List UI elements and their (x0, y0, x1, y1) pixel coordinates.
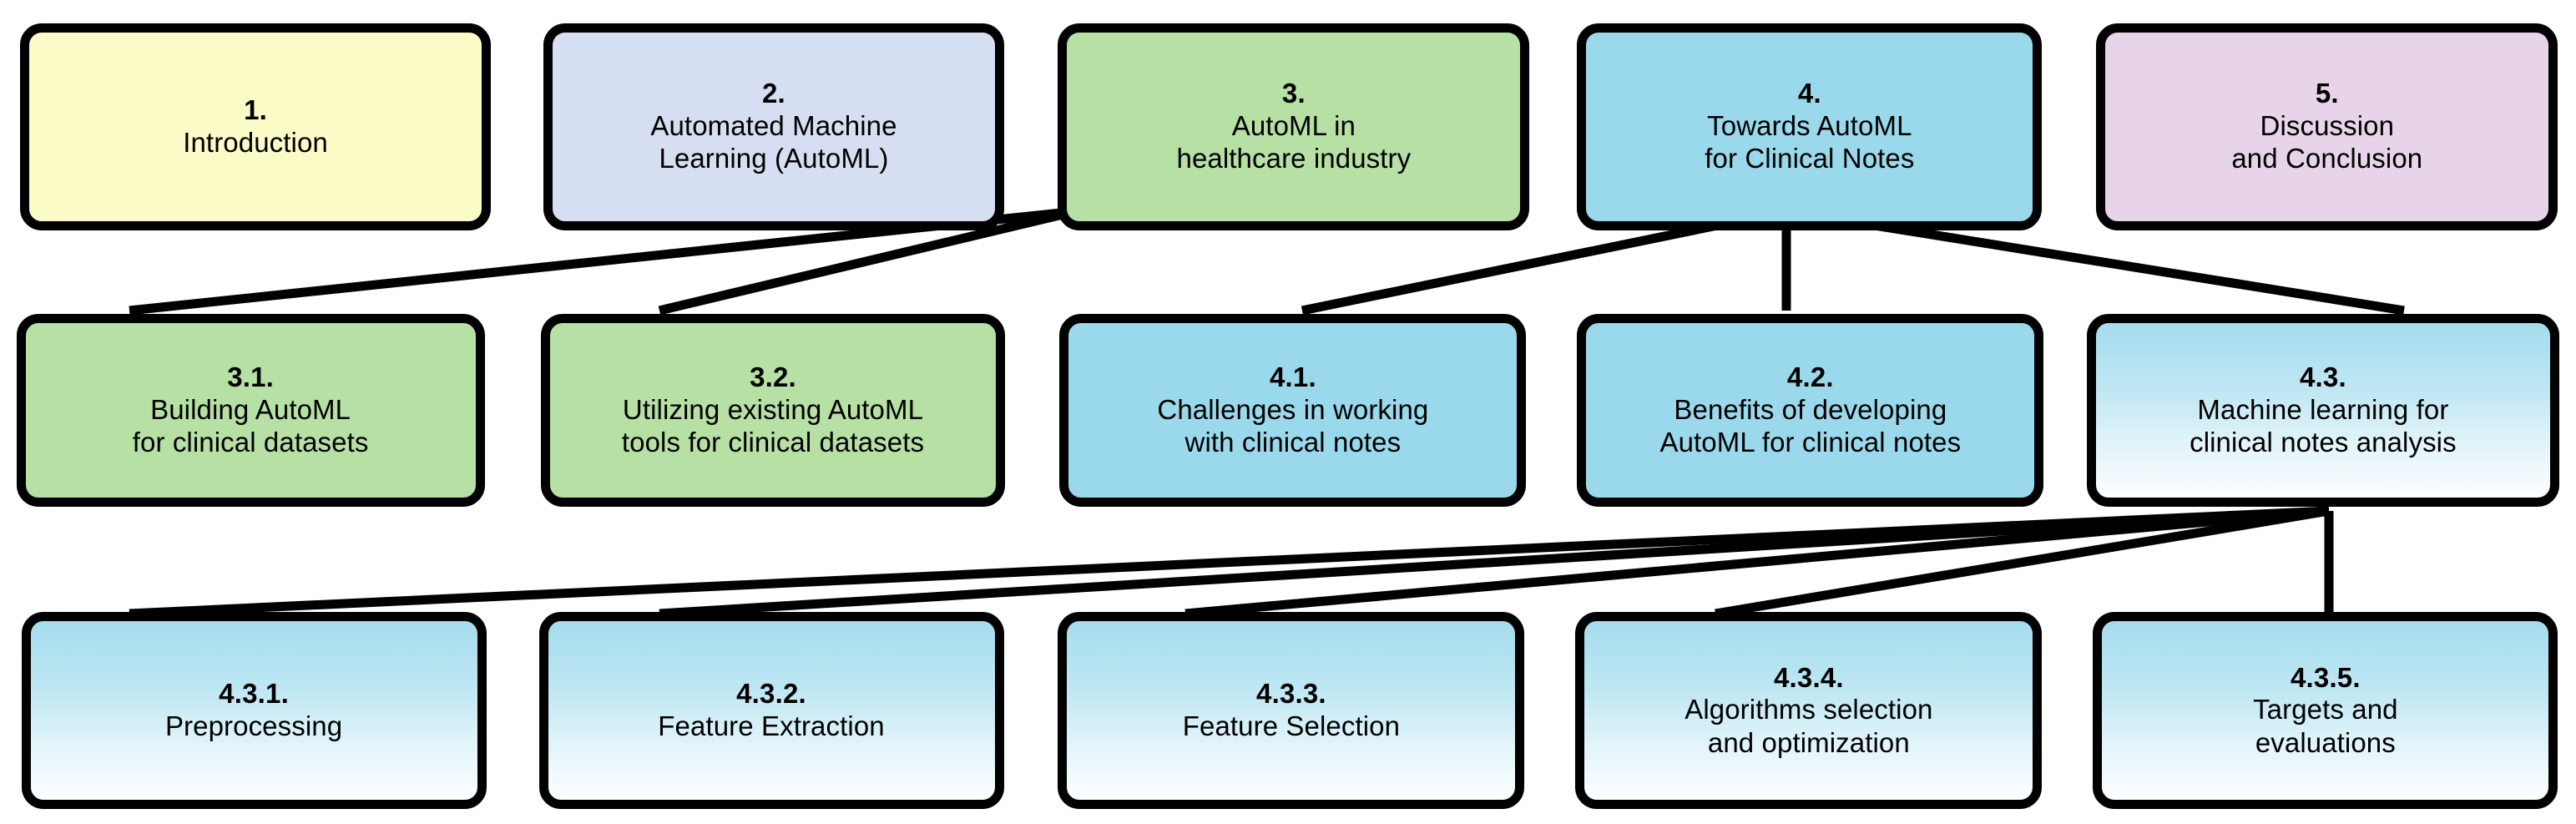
node-4-1-challenges-in-working-with-clinical-notes[interactable]: 4.1. Challenges in working with clinical… (1059, 314, 1527, 507)
node-number: 4.3.3. (1256, 678, 1326, 710)
node-title: Utilizing existing AutoML tools for clin… (621, 393, 925, 458)
node-title: Towards AutoML for Clinical Notes (1705, 109, 1915, 174)
node-4-3-5-targets-and-evaluations[interactable]: 4.3.5. Targets and evaluations (2093, 611, 2558, 810)
node-number: 4.3.5. (2290, 661, 2361, 693)
node-3-automl-in-healthcare-industry[interactable]: 3. AutoML in healthcare industry (1058, 23, 1530, 230)
node-2-automated-machine-learning[interactable]: 2. Automated Machine Learning (AutoML) (543, 23, 1004, 230)
edge-4-3-to-4-3-1 (129, 506, 2330, 619)
node-title: Machine learning for clinical notes anal… (2190, 393, 2457, 458)
diagram-canvas: 1. Introduction 2. Automated Machine Lea… (0, 0, 2576, 824)
node-number: 4.3.4. (1773, 661, 1844, 693)
node-3-1-building-automl-for-clinical-datasets[interactable]: 3.1. Building AutoML for clinical datase… (16, 314, 485, 507)
node-number: 4.3.2. (736, 678, 806, 710)
node-number: 4. (1797, 78, 1821, 109)
node-number: 4.3. (2299, 361, 2346, 393)
node-title: Discussion and Conclusion (2231, 109, 2423, 174)
node-title: Introduction (183, 126, 328, 158)
node-4-3-3-feature-selection[interactable]: 4.3.3. Feature Selection (1058, 611, 1525, 810)
node-title: Algorithms selection and optimization (1685, 694, 1933, 758)
node-4-2-benefits-of-developing-automl[interactable]: 4.2. Benefits of developing AutoML for c… (1577, 314, 2044, 507)
node-number: 3.2. (750, 361, 796, 393)
node-number: 3. (1281, 78, 1306, 109)
node-4-towards-automl-for-clinical-notes[interactable]: 4. Towards AutoML for Clinical Notes (1577, 23, 2043, 230)
node-title: Building AutoML for clinical datasets (132, 393, 369, 458)
node-title: Benefits of developing AutoML for clinic… (1659, 393, 1962, 458)
node-4-3-machine-learning-for-clinical-notes-analysis[interactable]: 4.3. Machine learning for clinical notes… (2086, 314, 2560, 507)
node-1-introduction[interactable]: 1. Introduction (19, 23, 492, 230)
node-title: Challenges in working with clinical note… (1157, 393, 1429, 458)
node-number: 4.3.1. (219, 678, 289, 710)
node-title: Preprocessing (164, 710, 343, 742)
edge-4-3-to-4-3-3 (1184, 506, 2330, 619)
node-4-3-2-feature-extraction[interactable]: 4.3.2. Feature Extraction (538, 611, 1004, 810)
node-3-2-utilizing-existing-automl-tools[interactable]: 3.2. Utilizing existing AutoML tools for… (540, 314, 1006, 507)
node-title: Feature Selection (1182, 710, 1401, 742)
node-title: AutoML in healthcare industry (1176, 109, 1412, 174)
edge-4-3-to-4-3-2 (659, 506, 2330, 619)
node-number: 3.1. (227, 361, 275, 393)
node-number: 4.1. (1269, 361, 1316, 393)
node-number: 4.2. (1786, 361, 1834, 393)
node-5-discussion-and-conclusion[interactable]: 5. Discussion and Conclusion (2096, 23, 2558, 230)
node-number: 1. (244, 94, 267, 126)
edge-4-3-to-4-3-4 (1715, 506, 2330, 619)
node-title: Feature Extraction (658, 710, 885, 742)
node-title: Targets and evaluations (2253, 694, 2398, 758)
node-number: 2. (762, 78, 785, 109)
node-number: 5. (2315, 78, 2339, 109)
node-4-3-1-preprocessing[interactable]: 4.3.1. Preprocessing (21, 611, 487, 810)
node-title: Automated Machine Learning (AutoML) (650, 109, 897, 174)
node-4-3-4-algorithms-selection-and-optimization[interactable]: 4.3.4. Algorithms selection and optimiza… (1575, 611, 2043, 810)
